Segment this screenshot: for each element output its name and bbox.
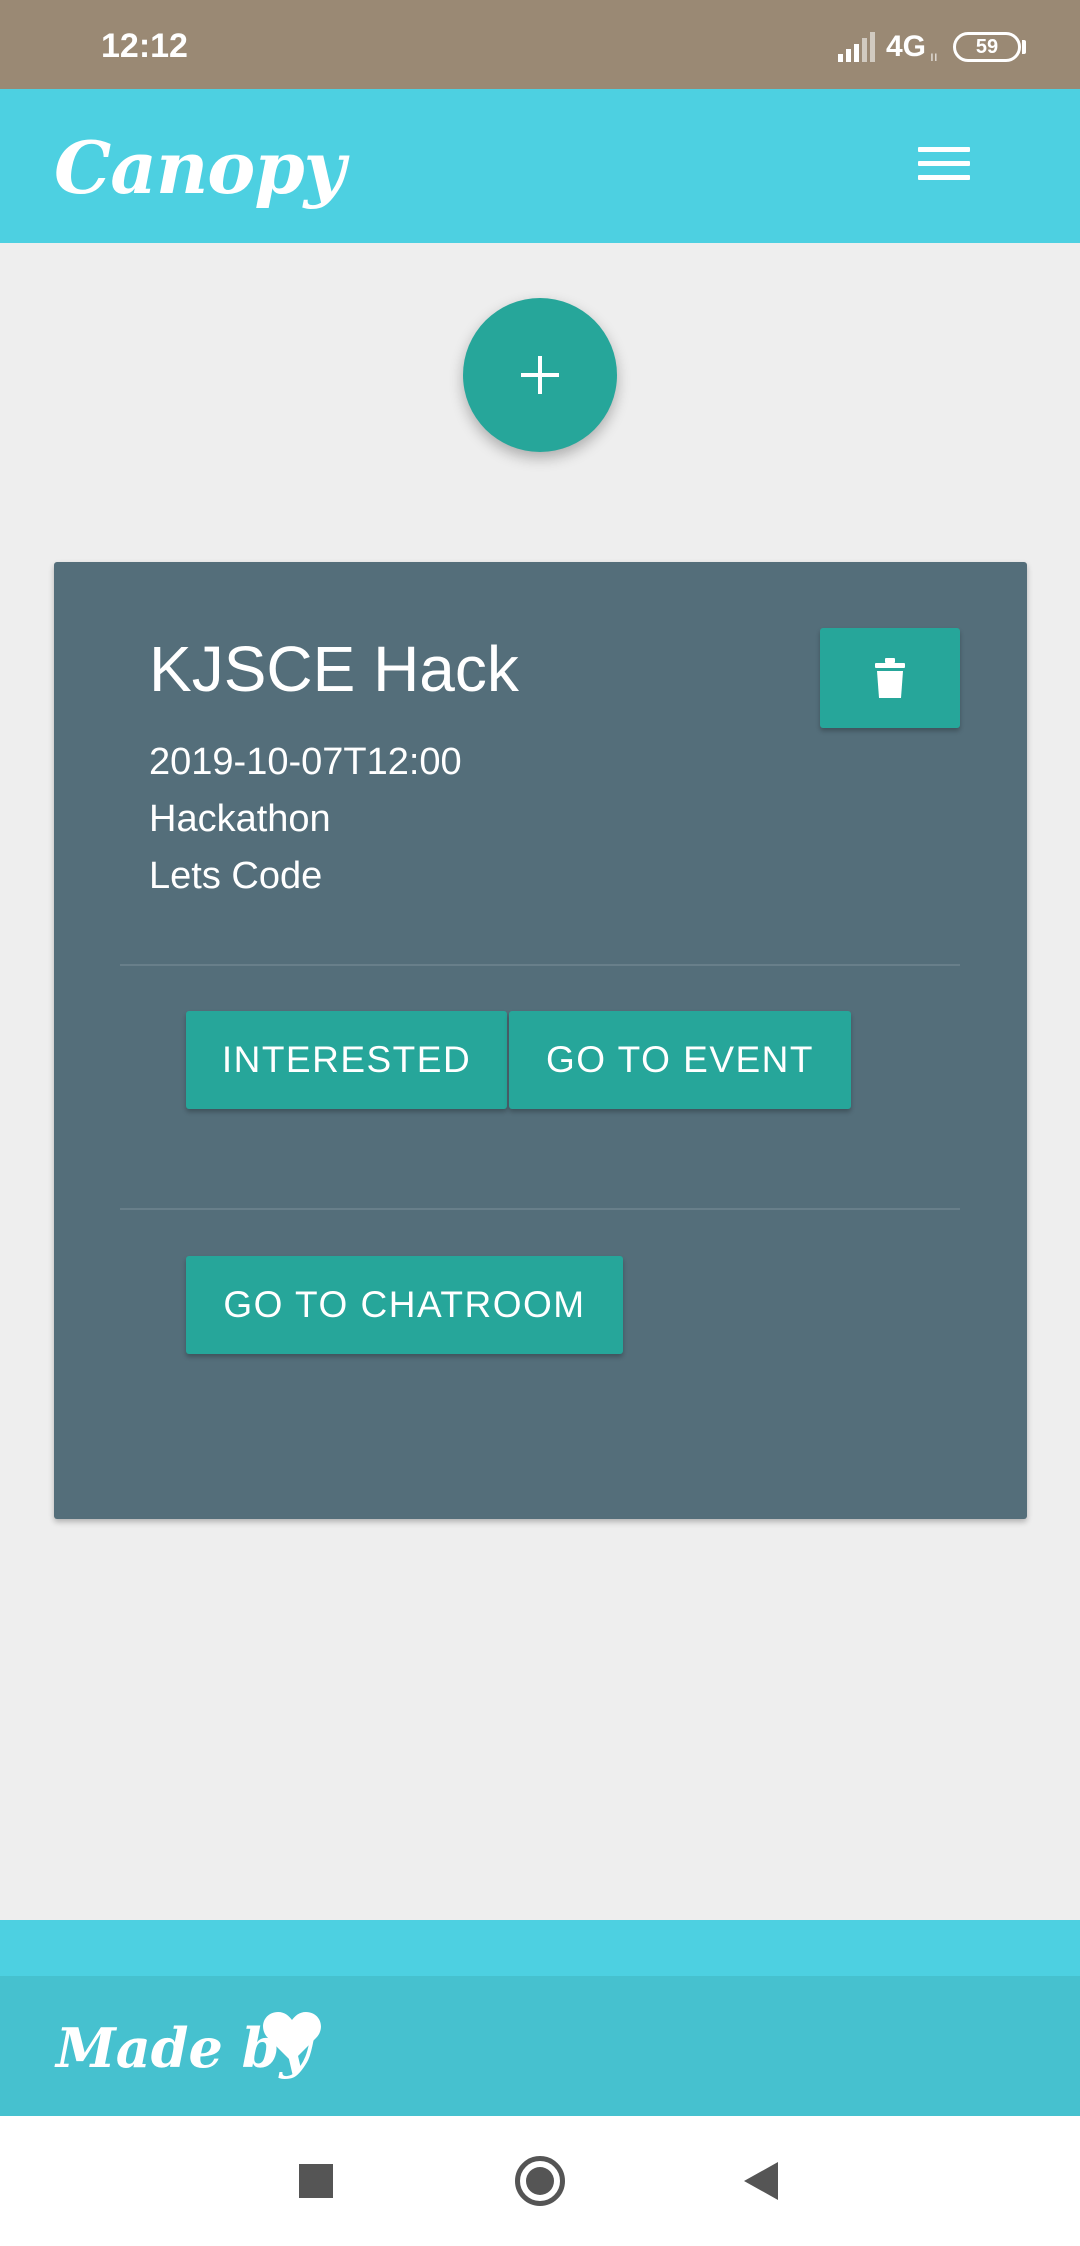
add-event-button[interactable] [463, 298, 617, 452]
go-to-event-button[interactable]: GO TO EVENT [509, 1011, 851, 1109]
menu-bar [918, 174, 970, 180]
event-description: Lets Code [149, 855, 323, 897]
menu-bar [918, 146, 970, 152]
back-icon[interactable] [744, 2162, 778, 2200]
event-card: KJSCE Hack 2019-10-07T12:00 Hackathon Le… [54, 562, 1027, 1519]
network-activity: ıı [930, 48, 938, 64]
card-divider [120, 1208, 960, 1210]
battery-icon: 59 [953, 32, 1021, 62]
footer-band [0, 1920, 1080, 1976]
navigation-bar [0, 2116, 1080, 2246]
hamburger-menu-icon[interactable] [912, 131, 976, 195]
home-icon[interactable] [515, 2156, 565, 2206]
delete-event-button[interactable] [820, 628, 960, 728]
event-title: KJSCE Hack [149, 633, 519, 705]
signal-icon [838, 32, 875, 62]
plus-icon [521, 356, 559, 394]
heart-icon [263, 2012, 321, 2062]
battery-level: 59 [975, 35, 999, 58]
trash-icon [875, 658, 905, 698]
footer: Made by [0, 1976, 1080, 2116]
event-datetime: 2019-10-07T12:00 [149, 741, 462, 783]
go-to-chatroom-button[interactable]: GO TO CHATROOM [186, 1256, 623, 1354]
status-bar: 12:12 4G ıı 59 [0, 0, 1080, 89]
event-category: Hackathon [149, 798, 331, 840]
battery-tip [1022, 40, 1026, 54]
app-header: Canopy [0, 89, 1080, 243]
status-time: 12:12 [101, 27, 188, 65]
menu-bar [918, 160, 970, 166]
app-logo[interactable]: Canopy [54, 125, 346, 210]
interested-button[interactable]: INTERESTED [186, 1011, 507, 1109]
card-divider [120, 964, 960, 966]
network-type: 4G [886, 30, 927, 63]
recents-icon[interactable] [299, 2164, 333, 2198]
